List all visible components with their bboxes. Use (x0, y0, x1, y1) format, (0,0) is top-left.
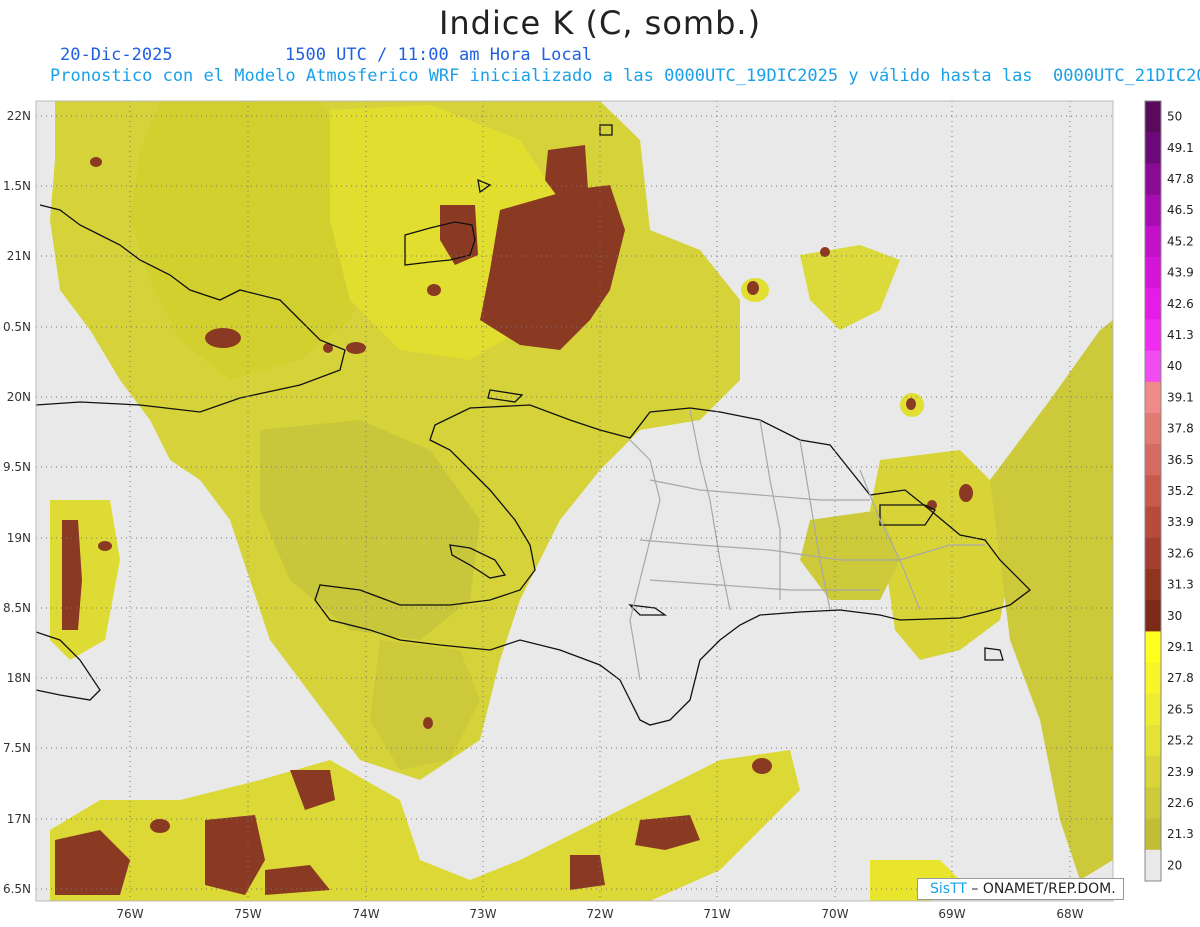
colorbar-swatch (1145, 818, 1161, 851)
longitude-label: 73W (469, 907, 496, 921)
longitude-label: 76W (116, 907, 143, 921)
longitude-label: 74W (352, 907, 379, 921)
longitude-label: 75W (234, 907, 261, 921)
colorbar-label: 36.5 (1167, 453, 1194, 467)
colorbar-swatch (1145, 413, 1161, 445)
colorbar-swatch (1145, 537, 1161, 570)
colorbar-swatch (1145, 163, 1161, 196)
colorbar-swatch (1145, 257, 1161, 289)
latitude-label: 22N (7, 109, 31, 123)
colorbar-label: 30 (1167, 609, 1182, 623)
latitude-label: 0.5N (3, 320, 31, 334)
credit-brand: SisTT (930, 881, 967, 897)
latitude-label: 20N (7, 390, 31, 404)
colorbar-swatch (1145, 381, 1161, 414)
colorbar-label: 35.2 (1167, 484, 1194, 498)
colorbar: 50 49.1 47.8 46.5 45.2 43.9 42.6 41.3 40 39.1 37.8… (1144, 100, 1194, 882)
colorbar-swatch (1145, 569, 1161, 601)
latitude-label: 1.5N (3, 179, 31, 193)
map-canvas: 22N 1.5N 21N 0.5N 20N 9.5N 19N 8.5N 18N 7.5N 17N 6.… (3, 100, 1194, 921)
longitude-label: 68W (1056, 907, 1083, 921)
colorbar-swatch (1145, 288, 1161, 320)
colorbar-label: 21.3 (1167, 827, 1194, 841)
colorbar-swatch (1145, 350, 1161, 383)
colorbar-label: 43.9 (1167, 266, 1194, 280)
latitude-label: 17N (7, 812, 31, 826)
latitude-label: 8.5N (3, 601, 31, 615)
longitude-label: 69W (938, 907, 965, 921)
colorbar-label: 49.1 (1167, 141, 1194, 155)
colorbar-label: 39.1 (1167, 390, 1194, 404)
colorbar-label: 45.2 (1167, 234, 1194, 248)
colorbar-swatch (1145, 787, 1161, 820)
colorbar-label: 41.3 (1167, 328, 1194, 342)
longitude-label: 72W (586, 907, 613, 921)
colorbar-label: 22.6 (1167, 796, 1194, 810)
colorbar-label: 46.5 (1167, 203, 1194, 217)
colorbar-swatch (1145, 600, 1161, 632)
colorbar-swatch (1145, 631, 1161, 664)
colorbar-label: 40 (1167, 359, 1182, 373)
latitude-label: 7.5N (3, 741, 31, 755)
longitude-label: 70W (821, 907, 848, 921)
colorbar-swatch (1145, 475, 1161, 508)
longitude-labels: 76W 75W 74W 73W 72W 71W 70W 69W 68W (116, 907, 1083, 921)
colorbar-label: 33.9 (1167, 515, 1194, 529)
colorbar-swatch (1145, 444, 1161, 476)
colorbar-swatch (1145, 506, 1161, 539)
colorbar-label: 23.9 (1167, 765, 1194, 779)
colorbar-label: 50 (1167, 110, 1182, 124)
colorbar-label: 31.3 (1167, 578, 1194, 592)
colorbar-label: 29.1 (1167, 640, 1194, 654)
colorbar-label: 27.8 (1167, 671, 1194, 685)
latitude-label: 19N (7, 531, 31, 545)
latitude-label: 21N (7, 249, 31, 263)
latitude-label: 9.5N (3, 460, 31, 474)
colorbar-label: 37.8 (1167, 422, 1194, 436)
credit-box: SisTT – ONAMET/REP.DOM. (917, 878, 1124, 900)
longitude-label: 71W (703, 907, 730, 921)
colorbar-swatch (1145, 725, 1161, 757)
colorbar-label: 47.8 (1167, 172, 1194, 186)
colorbar-swatch (1145, 132, 1161, 164)
colorbar-swatch (1145, 849, 1161, 882)
colorbar-label: 42.6 (1167, 297, 1194, 311)
colorbar-swatch (1145, 319, 1161, 352)
colorbar-label: 26.5 (1167, 702, 1194, 716)
latitude-label: 18N (7, 671, 31, 685)
latitude-labels: 22N 1.5N 21N 0.5N 20N 9.5N 19N 8.5N 18N 7.5N 17N 6.… (3, 109, 31, 896)
colorbar-label: 20 (1167, 858, 1182, 872)
colorbar-swatch (1145, 225, 1161, 258)
colorbar-swatch (1145, 662, 1161, 695)
colorbar-swatch (1145, 693, 1161, 726)
colorbar-label: 25.2 (1167, 734, 1194, 748)
latitude-label: 6.5N (3, 882, 31, 896)
colorbar-swatch (1145, 101, 1161, 133)
credit-org: – ONAMET/REP.DOM. (966, 881, 1116, 897)
colorbar-label: 32.6 (1167, 546, 1194, 560)
colorbar-swatch (1145, 756, 1161, 788)
colorbar-swatch (1145, 194, 1161, 227)
